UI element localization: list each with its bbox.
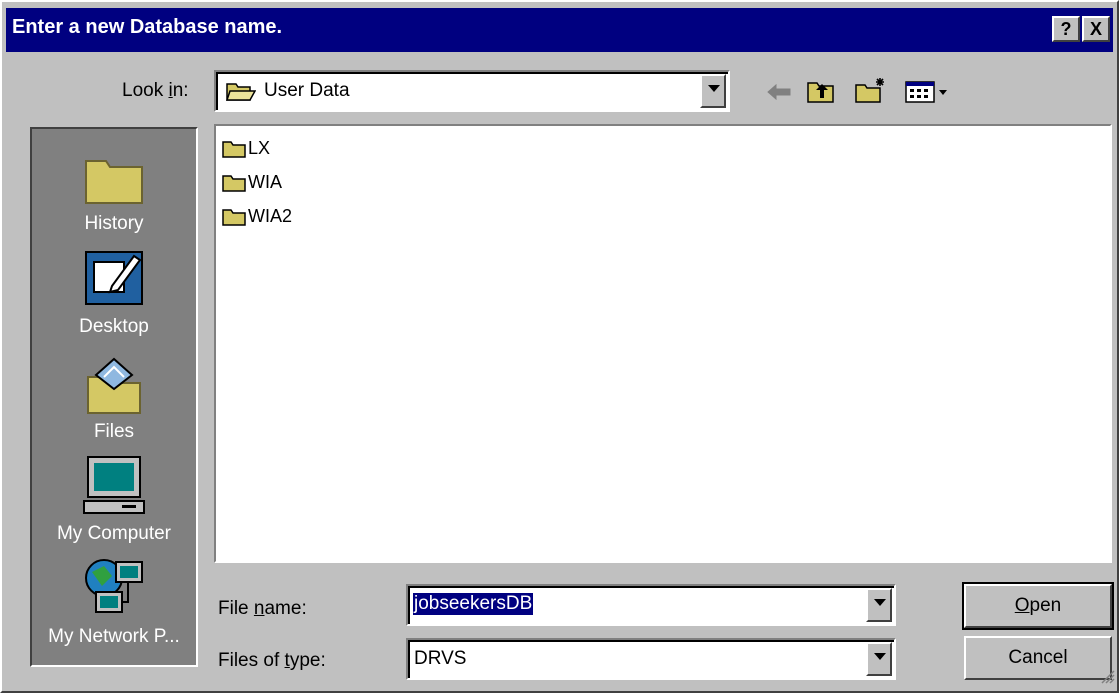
place-history[interactable]: History xyxy=(32,139,196,239)
title-bar[interactable]: Enter a new Database name. ? X xyxy=(6,8,1113,52)
file-type-label: Files of type: xyxy=(218,650,326,672)
file-name: WIA2 xyxy=(248,206,293,226)
look-in-combo[interactable]: User Data xyxy=(214,70,730,112)
look-in-value: User Data xyxy=(264,80,350,101)
file-name-label-text: File xyxy=(218,598,254,619)
help-button[interactable]: ? xyxy=(1052,16,1080,42)
place-label: Files xyxy=(93,421,135,442)
place-my-computer[interactable]: My Computer xyxy=(32,451,196,551)
file-name-combo[interactable]: jobseekersDB xyxy=(406,584,896,626)
folder-icon xyxy=(222,174,246,192)
place-desktop[interactable]: Desktop xyxy=(32,244,196,344)
look-in-label: Look in: xyxy=(122,80,189,102)
files-folder-icon xyxy=(82,353,146,417)
list-item[interactable]: WIA xyxy=(222,172,282,198)
up-folder-icon[interactable] xyxy=(806,78,836,109)
open-button[interactable]: Open xyxy=(962,582,1114,630)
file-type-combo-inner xyxy=(408,640,894,678)
open-button-label: pen xyxy=(1029,595,1062,616)
place-label: History xyxy=(84,213,144,234)
back-icon[interactable] xyxy=(766,82,794,107)
file-name-label: File name: xyxy=(218,598,307,620)
place-label: Desktop xyxy=(79,316,149,337)
file-type-label-tail: ype: xyxy=(289,650,326,671)
file-type-dropdown-button[interactable] xyxy=(866,642,892,676)
file-name: WIA xyxy=(248,172,282,192)
window-title: Enter a new Database name. xyxy=(12,16,283,38)
new-folder-icon[interactable] xyxy=(854,76,888,109)
file-name: LX xyxy=(248,138,271,158)
desktop-icon xyxy=(82,246,146,310)
file-name-label-tail: ame: xyxy=(264,598,307,619)
look-in-dropdown-button[interactable] xyxy=(700,74,726,108)
list-item[interactable]: LX xyxy=(222,138,270,164)
folder-icon xyxy=(222,140,246,158)
close-button[interactable]: X xyxy=(1082,16,1110,42)
places-bar: History Desktop Files My Computer My Net… xyxy=(30,127,198,667)
resize-grip-icon[interactable] xyxy=(1099,668,1115,689)
file-type-combo[interactable]: DRVS xyxy=(406,638,896,680)
open-folder-icon xyxy=(225,80,257,107)
list-item[interactable]: WIA2 xyxy=(222,206,292,232)
look-in-label-text: Look xyxy=(122,80,169,101)
cancel-button[interactable]: Cancel xyxy=(964,636,1112,680)
file-name-label-accel: n xyxy=(253,598,265,619)
file-name-input[interactable]: jobseekersDB xyxy=(413,593,534,615)
history-folder-icon xyxy=(82,147,146,211)
place-files[interactable]: Files xyxy=(32,349,196,449)
place-network[interactable]: My Network P... xyxy=(32,554,196,654)
my-computer-icon xyxy=(82,453,146,517)
file-list[interactable]: LX WIA WIA2 xyxy=(214,124,1112,563)
save-dialog: Enter a new Database name. ? X Look in: … xyxy=(0,0,1119,693)
file-type-label-text: Files of xyxy=(218,650,285,671)
place-label: My Network P... xyxy=(48,626,180,647)
file-name-dropdown-button[interactable] xyxy=(866,588,892,622)
network-places-icon xyxy=(82,556,146,620)
view-menu-icon[interactable] xyxy=(904,80,952,109)
look-in-label-tail: n: xyxy=(172,80,189,101)
folder-icon xyxy=(222,208,246,226)
place-label: My Computer xyxy=(56,523,172,544)
open-button-accel: O xyxy=(1014,595,1030,616)
file-type-value: DRVS xyxy=(414,648,467,669)
